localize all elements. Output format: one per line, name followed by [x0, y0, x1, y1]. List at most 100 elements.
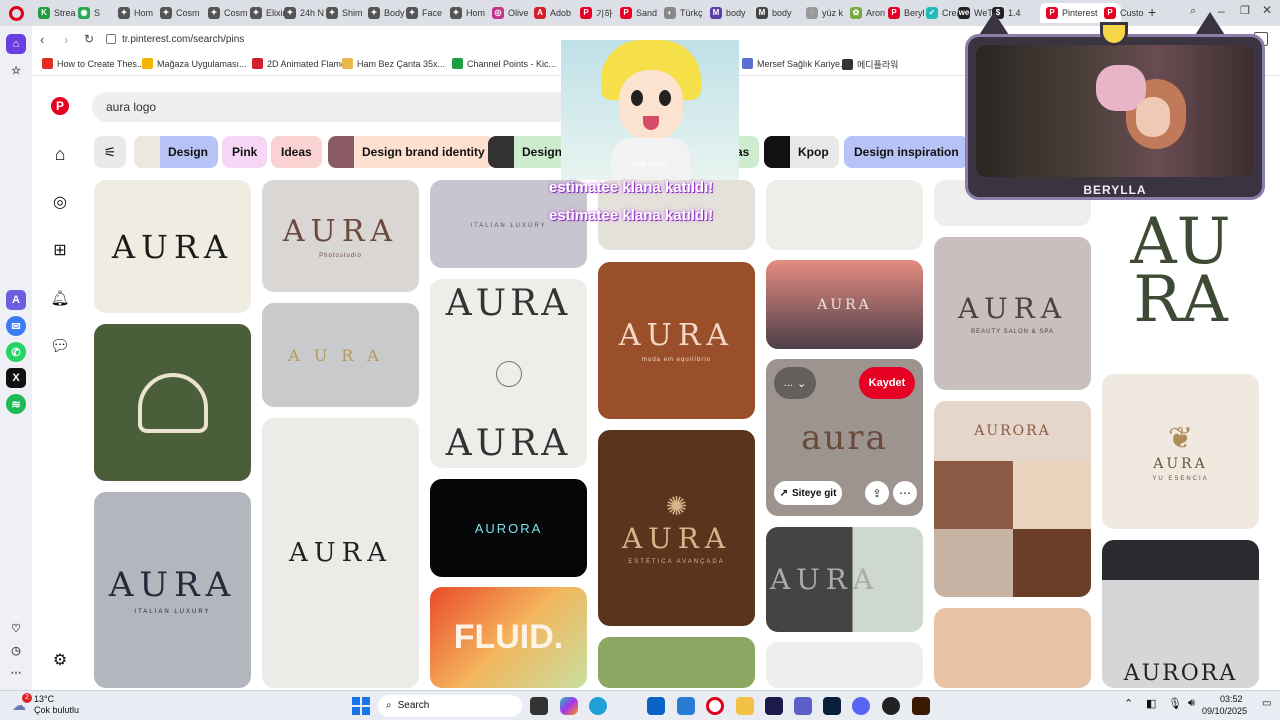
pin-card[interactable]: AURA AURA [430, 279, 587, 468]
app-icon[interactable] [677, 697, 695, 715]
browser-tab[interactable]: A Adob [534, 3, 571, 23]
browser-tab[interactable]: ◐ Türkç [664, 3, 703, 23]
explore-icon[interactable]: ◎ [50, 192, 70, 212]
home-workspace-icon[interactable]: ⌂ [6, 34, 26, 54]
heart-icon[interactable]: ♡ [6, 618, 26, 638]
browser-tab[interactable]: ◉ S [78, 3, 100, 23]
browser-tab[interactable]: ✦ 24h N [284, 3, 324, 23]
pin-card[interactable]: ✺ AURA ESTÉTICA AVANÇADA [598, 430, 755, 626]
file-explorer-icon[interactable] [736, 697, 754, 715]
bookmark-item[interactable]: Mersef Sağlık Kariye... [742, 58, 848, 69]
more-icon[interactable]: ⋯ [6, 662, 26, 682]
search-chip[interactable]: Pink [222, 136, 268, 168]
pin-card[interactable]: AURA [94, 180, 251, 313]
history-icon[interactable]: ◷ [6, 640, 26, 660]
back-icon[interactable]: ‹ [40, 32, 44, 47]
browser-tab[interactable]: P Beryl [888, 3, 925, 23]
browser-tab[interactable]: K Strea [38, 3, 76, 23]
volume-icon[interactable]: 🔊︎ [1188, 697, 1195, 710]
browser-tab[interactable]: P 기하 [580, 3, 613, 23]
bookmark-item[interactable]: 2D Animated Flame... [252, 58, 354, 69]
filter-button[interactable]: ⚟ [94, 136, 126, 168]
browser-tab[interactable]: ✦ Hom [450, 3, 485, 23]
browser-tab[interactable]: ✦ Body [368, 3, 405, 23]
pin-card[interactable]: AURA [262, 418, 419, 688]
save-button[interactable]: Kaydet [859, 367, 915, 399]
search-chip[interactable]: Ideas [271, 136, 322, 168]
messages-icon[interactable]: 💬︎ [50, 336, 70, 356]
browser-tab[interactable]: Mbody [756, 3, 792, 23]
pin-card-hovered[interactable]: aura ... ⌄ Kaydet ↗ Siteye git ⇪ ⋯ [766, 359, 923, 516]
clock-date[interactable]: 09/10/2025 [1202, 706, 1247, 716]
browser-tab[interactable]: P Custo [1104, 3, 1144, 23]
create-icon[interactable]: ⊞ [50, 240, 70, 260]
bookmark-item[interactable]: How to Create Thes... [42, 58, 144, 69]
pin-card[interactable]: AURA [766, 527, 923, 632]
teams-icon[interactable] [794, 697, 812, 715]
discord-icon[interactable] [852, 697, 870, 715]
share-button[interactable]: ⇪ [865, 481, 889, 505]
browser-tab[interactable]: ✦ Elixir [250, 3, 286, 23]
bookmark-item[interactable]: 메디플라워 [842, 58, 898, 71]
reload-icon[interactable]: ↻ [84, 32, 94, 46]
taskbar-search[interactable]: ⌕ Search [378, 695, 522, 717]
bookmark-item[interactable]: Ham Bez Çanta 35x... [342, 58, 445, 69]
illustrator-icon[interactable] [912, 697, 930, 715]
search-chip[interactable]: Design [134, 136, 219, 168]
browser-tab[interactable]: ◌ yüz k [806, 3, 843, 23]
start-icon[interactable] [352, 697, 370, 715]
notification-icon[interactable]: ▭ [1262, 698, 1271, 709]
browser-tab[interactable]: ◎ Olive [492, 3, 529, 23]
bookmark-item[interactable]: Channel Points - Kic... [452, 58, 556, 69]
network-icon[interactable]: ◧ [1146, 697, 1156, 710]
pin-card[interactable] [766, 642, 923, 688]
spotify-icon[interactable]: ≋ [6, 394, 26, 414]
browser-tab[interactable]: ✦ Face [406, 3, 442, 23]
clock-time[interactable]: 03:52 [1220, 694, 1243, 704]
notifications-icon[interactable]: 🔔︎ [50, 288, 70, 308]
after-effects-icon[interactable] [765, 697, 783, 715]
obs-icon[interactable] [882, 697, 900, 715]
pin-card[interactable]: AURORA [1102, 540, 1259, 688]
pin-card[interactable]: AURORA [430, 479, 587, 577]
browser-tab[interactable]: ✦ Cosm [208, 3, 248, 23]
pin-card[interactable] [766, 180, 923, 250]
pin-card[interactable] [934, 608, 1091, 688]
pin-card[interactable]: AURA [262, 303, 419, 407]
pin-card[interactable]: AURA BEAUTY SALON & SPA [934, 237, 1091, 390]
home-icon[interactable]: ⌂ [50, 144, 70, 164]
outlook-icon[interactable] [647, 697, 665, 715]
browser-tab[interactable]: Mbody [710, 3, 746, 23]
search-chip[interactable]: Design brand identity [328, 136, 495, 168]
whatsapp-icon[interactable]: ✆ [6, 342, 26, 362]
edge-icon[interactable] [589, 697, 607, 715]
opera-logo-icon[interactable] [9, 6, 24, 21]
more-options-button[interactable]: ⋯ [893, 481, 917, 505]
task-view-icon[interactable] [530, 697, 548, 715]
browser-tab[interactable]: ✦ Shim [326, 3, 363, 23]
visit-site-button[interactable]: ↗ Siteye git [774, 481, 842, 505]
new-tab-icon[interactable]: + [1148, 4, 1156, 20]
pin-card[interactable]: AURA ITALIAN LUXURY [94, 492, 251, 688]
star-icon[interactable]: ☆ [6, 60, 26, 80]
browser-tab[interactable]: ✦ Hom [118, 3, 153, 23]
search-input[interactable]: aura logo [92, 92, 582, 122]
bookmark-item[interactable]: Mağaza Uygulaması... [142, 58, 247, 69]
aria-icon[interactable]: A [6, 290, 26, 310]
mic-icon[interactable]: 🎙︎ [1168, 697, 1182, 710]
pinterest-logo-icon[interactable]: P [50, 96, 70, 116]
browser-tab[interactable]: ✿ Aron [850, 3, 885, 23]
opera-taskbar-icon[interactable] [706, 697, 724, 715]
pin-card[interactable]: AURA Photostudio [262, 180, 419, 292]
x-twitter-icon[interactable]: X [6, 368, 26, 388]
url-field[interactable]: tr.pinterest.com/search/pins [122, 34, 244, 45]
search-chip[interactable]: Kpop [764, 136, 839, 168]
pin-card[interactable] [94, 324, 251, 481]
pin-card[interactable]: AURORA [934, 401, 1091, 597]
messenger-icon[interactable]: ✉ [6, 316, 26, 336]
pin-card[interactable]: AURA [766, 260, 923, 349]
photoshop-icon[interactable] [823, 697, 841, 715]
board-select-button[interactable]: ... ⌄ [774, 367, 816, 399]
pin-card[interactable] [598, 637, 755, 688]
browser-tab[interactable]: P Sand [620, 3, 657, 23]
